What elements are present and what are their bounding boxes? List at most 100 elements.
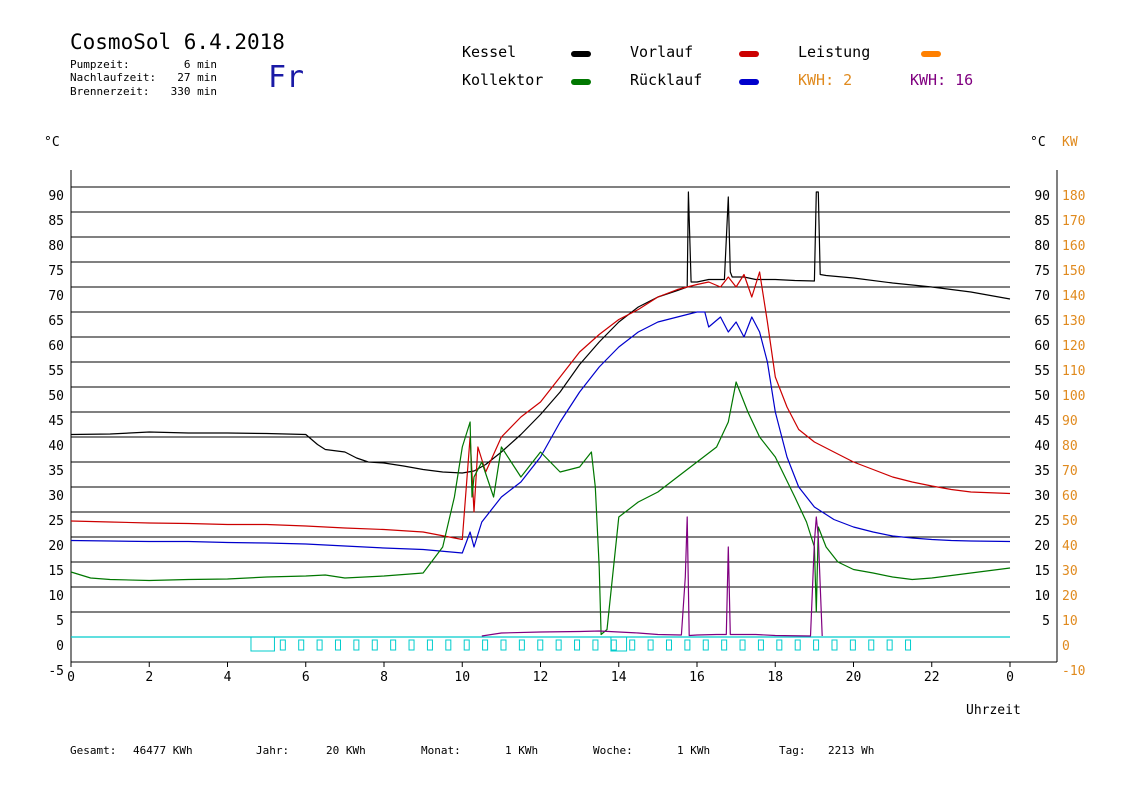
y-tick-kw-label: 170 xyxy=(1062,214,1085,229)
y-tick-kw-label: -10 xyxy=(1062,664,1085,679)
pump-marker xyxy=(905,639,912,651)
gesamt-label: Gesamt: xyxy=(70,744,117,757)
pump-marker xyxy=(298,639,305,651)
y-tick-left-label: 30 xyxy=(48,489,64,504)
pump-marker xyxy=(776,639,783,651)
pump-marker xyxy=(702,639,709,651)
series-line-leistung xyxy=(481,516,823,637)
woche-value: 1 KWh xyxy=(677,744,711,757)
x-tick-label: 12 xyxy=(533,670,549,685)
y-tick-right-label: 10 xyxy=(1034,589,1050,604)
y-tick-kw-label: 70 xyxy=(1062,464,1078,479)
pump-marker xyxy=(721,639,728,651)
jahr-value: 20 KWh xyxy=(326,744,366,757)
x-tick-label: 6 xyxy=(302,670,310,685)
x-tick-label: 4 xyxy=(224,670,232,685)
y-axis-kw-unit: KW xyxy=(1062,135,1078,150)
x-tick-label: 14 xyxy=(611,670,627,685)
x-tick-label: 8 xyxy=(380,670,388,685)
y-tick-kw-label: 180 xyxy=(1062,189,1085,204)
pump-marker xyxy=(371,639,378,651)
gesamt-value: 46477 KWh xyxy=(133,744,193,757)
y-tick-left-label: 55 xyxy=(48,364,64,379)
y-tick-kw-label: 0 xyxy=(1062,639,1070,654)
pump-marker xyxy=(555,639,562,651)
y-axis-right-unit: °C xyxy=(1030,135,1046,150)
y-tick-kw-label: 130 xyxy=(1062,314,1085,329)
y-tick-right-label: 45 xyxy=(1034,414,1050,429)
y-tick-kw-label: 160 xyxy=(1062,239,1085,254)
y-tick-kw-label: 100 xyxy=(1062,389,1085,404)
pump-marker xyxy=(518,639,525,651)
pump-marker xyxy=(684,639,691,651)
x-tick-label: 0 xyxy=(67,670,75,685)
pump-marker xyxy=(574,639,581,651)
x-axis-title: Uhrzeit xyxy=(966,703,1021,718)
x-tick-label: 20 xyxy=(846,670,862,685)
y-tick-left-label: 45 xyxy=(48,414,64,429)
pump-marker xyxy=(794,639,801,651)
y-tick-right-label: 25 xyxy=(1034,514,1050,529)
monat-label: Monat: xyxy=(421,744,461,757)
y-tick-right-label: 15 xyxy=(1034,564,1050,579)
pump-marker xyxy=(463,639,470,651)
y-tick-left-label: 5 xyxy=(56,614,64,629)
pump-marker xyxy=(316,639,323,651)
pump-marker xyxy=(390,639,397,651)
woche-label: Woche: xyxy=(593,744,633,757)
y-tick-left-label: 20 xyxy=(48,539,64,554)
pump-marker xyxy=(739,639,746,651)
y-tick-right-label: 85 xyxy=(1034,214,1050,229)
y-tick-kw-label: 20 xyxy=(1062,589,1078,604)
y-tick-left-label: 10 xyxy=(48,589,64,604)
y-tick-right-label: 20 xyxy=(1034,539,1050,554)
pump-marker xyxy=(592,639,599,651)
y-tick-kw-label: 120 xyxy=(1062,339,1085,354)
pump-marker xyxy=(868,639,875,651)
y-tick-kw-label: 10 xyxy=(1062,614,1078,629)
y-tick-left-label: 70 xyxy=(48,289,64,304)
pump-marker xyxy=(426,639,433,651)
pump-marker xyxy=(757,639,764,651)
y-tick-right-label: 30 xyxy=(1034,489,1050,504)
y-tick-kw-label: 40 xyxy=(1062,539,1078,554)
y-tick-right-label: 60 xyxy=(1034,339,1050,354)
y-tick-kw-label: 30 xyxy=(1062,564,1078,579)
y-tick-kw-label: 50 xyxy=(1062,514,1078,529)
pump-marker xyxy=(647,639,654,651)
y-tick-right-label: 50 xyxy=(1034,389,1050,404)
x-tick-label: 10 xyxy=(454,670,470,685)
pump-marker xyxy=(849,639,856,651)
pump-marker xyxy=(665,639,672,651)
pump-marker xyxy=(279,639,286,651)
y-tick-left-label: 90 xyxy=(48,189,64,204)
series-line-kessel xyxy=(70,191,1011,474)
y-tick-kw-label: 90 xyxy=(1062,414,1078,429)
pump-marker xyxy=(500,639,507,651)
x-tick-label: 2 xyxy=(145,670,153,685)
y-tick-left-label: 0 xyxy=(56,639,64,654)
y-tick-left-label: 85 xyxy=(48,214,64,229)
y-tick-kw-label: 80 xyxy=(1062,439,1078,454)
y-tick-left-label: 15 xyxy=(48,564,64,579)
y-tick-right-label: 75 xyxy=(1034,264,1050,279)
y-tick-right-label: 5 xyxy=(1042,614,1050,629)
pump-marker xyxy=(886,639,893,651)
y-tick-right-label: 80 xyxy=(1034,239,1050,254)
pump-marker xyxy=(610,636,628,652)
y-tick-right-label: 40 xyxy=(1034,439,1050,454)
jahr-label: Jahr: xyxy=(256,744,290,757)
y-tick-right-label: 55 xyxy=(1034,364,1050,379)
y-tick-kw-label: 110 xyxy=(1062,364,1085,379)
x-tick-label: 22 xyxy=(924,670,940,685)
y-tick-left-label: 65 xyxy=(48,314,64,329)
y-tick-right-label: 70 xyxy=(1034,289,1050,304)
y-tick-left-label: 75 xyxy=(48,264,64,279)
tag-label: Tag: xyxy=(779,744,806,757)
pump-marker xyxy=(445,639,452,651)
pump-marker xyxy=(250,636,275,652)
y-tick-left-label: 50 xyxy=(48,389,64,404)
y-tick-right-label: 35 xyxy=(1034,464,1050,479)
temperature-chart: -505101520253035404550556065707580859051… xyxy=(44,135,1085,718)
y-tick-left-label: 60 xyxy=(48,339,64,354)
